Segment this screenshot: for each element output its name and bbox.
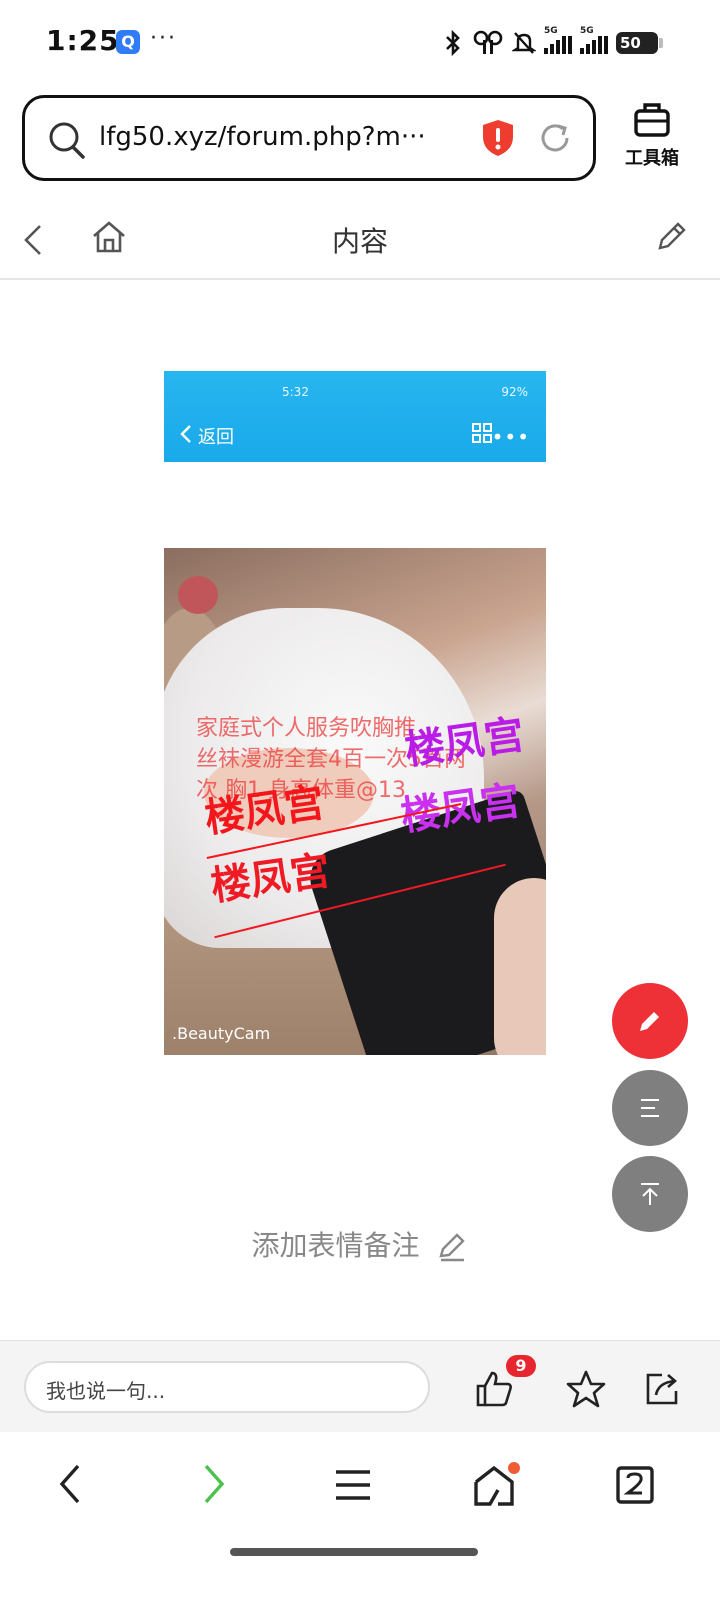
- signal-icon: 5G: [544, 26, 572, 54]
- post-photo: 家庭式个人服务吹胸推 丝袜漫游全套4百一次5百两 次 胸1 身高体重@13 楼凤…: [164, 548, 546, 1055]
- qq-app-icon: Q: [116, 30, 140, 54]
- add-reaction-note[interactable]: 添加表情备注: [0, 1224, 720, 1264]
- nav-forward-button[interactable]: [200, 1462, 228, 1510]
- home-notification-dot: [508, 1462, 520, 1474]
- nav-menu-button[interactable]: [334, 1468, 372, 1506]
- like-count-badge: 9: [506, 1355, 536, 1377]
- bluetooth-icon: [446, 30, 460, 56]
- url-text[interactable]: lfg50.xyz/forum.php?m···: [99, 122, 459, 152]
- reload-icon[interactable]: [537, 120, 573, 156]
- page-header: 内容: [0, 198, 720, 280]
- reaction-note-label: 添加表情备注: [251, 1229, 420, 1262]
- tabs-icon: [616, 1466, 654, 1504]
- comment-placeholder: 我也说一句...: [46, 1379, 166, 1403]
- browser-bottom-nav: [0, 1432, 720, 1542]
- nav-tabs-button[interactable]: [616, 1466, 654, 1508]
- pencil-icon: [640, 1012, 659, 1031]
- gesture-bar[interactable]: [230, 1548, 478, 1556]
- security-warning-icon[interactable]: [481, 118, 515, 158]
- star-icon[interactable]: [566, 1369, 606, 1409]
- post-image[interactable]: 5:32 92% 返回 ••• 家庭式个人服务吹胸推 丝袜漫游全套4百一次5百两…: [164, 371, 546, 1201]
- battery-icon: 50: [616, 32, 663, 54]
- page-title: 内容: [331, 225, 388, 258]
- more-notifications-icon: ···: [150, 26, 177, 51]
- search-icon: [49, 122, 85, 159]
- address-bar[interactable]: lfg50.xyz/forum.php?m···: [22, 95, 596, 181]
- nav-back-button[interactable]: [56, 1462, 84, 1510]
- share-icon[interactable]: [642, 1369, 682, 1409]
- toolbox-button[interactable]: 工具箱: [612, 100, 692, 170]
- embedded-more-icon: •••: [491, 425, 530, 449]
- outline-button[interactable]: [612, 1070, 688, 1146]
- edit-icon[interactable]: [654, 220, 688, 254]
- thumbs-up-icon[interactable]: [474, 1369, 514, 1409]
- arrow-up-icon: [641, 1183, 659, 1205]
- embedded-back-label: 返回: [198, 427, 234, 448]
- comment-input[interactable]: 我也说一句...: [24, 1361, 430, 1413]
- toolbox-label: 工具箱: [625, 148, 679, 169]
- menu-icon: [336, 1470, 370, 1500]
- comment-bar: 我也说一句... 9: [0, 1340, 720, 1432]
- mute-icon: [512, 32, 536, 54]
- earbuds-icon: [473, 30, 503, 54]
- clock: 1:25: [46, 24, 120, 57]
- pencil-icon: [439, 1233, 466, 1262]
- embedded-app-header: 5:32 92% 返回 •••: [164, 371, 546, 462]
- status-bar: 1:25 Q ··· 5G 5G 50: [0, 0, 720, 88]
- camera-app-watermark: .BeautyCam: [172, 1024, 271, 1043]
- back-icon: [59, 1464, 80, 1504]
- write-post-button[interactable]: [612, 983, 688, 1059]
- embedded-back-icon: [180, 425, 191, 443]
- embedded-status-battery: 92%: [501, 385, 528, 399]
- embedded-grid-icon: [472, 423, 492, 443]
- forward-icon: [204, 1464, 225, 1504]
- embedded-status-time: 5:32: [282, 385, 309, 399]
- toolbox-icon: [634, 103, 670, 137]
- signal-icon-2: 5G: [580, 26, 608, 54]
- list-icon: [641, 1099, 659, 1117]
- scroll-to-top-button[interactable]: [612, 1156, 688, 1232]
